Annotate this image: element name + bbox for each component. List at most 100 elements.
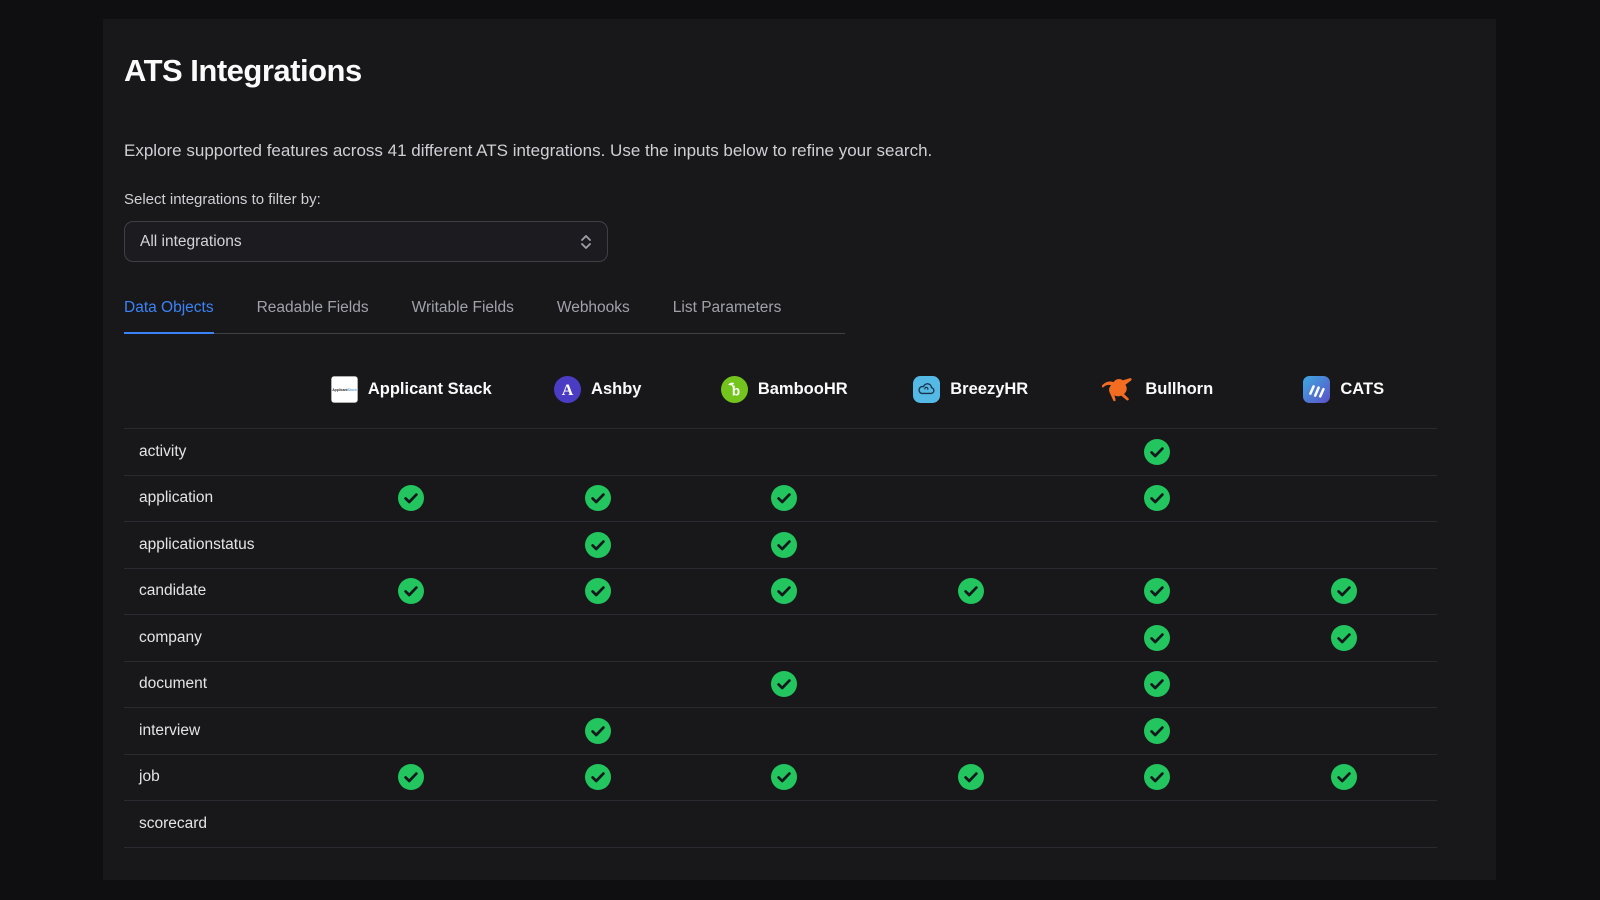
tab-webhooks[interactable]: Webhooks — [557, 299, 630, 334]
integrations-table-body: activity application applicationstatus cand… — [124, 429, 1437, 848]
integration-name: Bullhorn — [1145, 380, 1213, 399]
support-cell — [505, 578, 692, 604]
check-circle-icon — [1144, 485, 1170, 511]
check-circle-icon — [1331, 764, 1357, 790]
integrations-header-row: ApplicantStack Applicant Stack A Ashby b Bamb… — [124, 350, 1437, 429]
row-label: activity — [124, 443, 318, 461]
check-circle-icon — [398, 764, 424, 790]
integration-name: BambooHR — [758, 380, 848, 399]
tab-writable-fields[interactable]: Writable Fields — [412, 299, 514, 334]
support-cell — [505, 485, 692, 511]
row-label: application — [124, 489, 318, 507]
integration-name: CATS — [1340, 380, 1384, 399]
support-cell — [318, 578, 505, 604]
support-cell — [691, 485, 878, 511]
bullhorn-logo — [1101, 376, 1135, 403]
check-circle-icon — [1144, 439, 1170, 465]
table-row: applicationstatus — [124, 522, 1437, 569]
check-circle-icon — [771, 578, 797, 604]
page-subtitle: Explore supported features across 41 dif… — [124, 141, 1475, 161]
svg-text:ApplicantStack: ApplicantStack — [332, 388, 357, 392]
up-down-chevron-icon — [580, 233, 592, 251]
support-cell — [505, 764, 692, 790]
integration-filter-select[interactable]: All integrations — [124, 221, 608, 262]
breezyhr-logo — [913, 376, 940, 403]
support-cell — [505, 532, 692, 558]
tab-list-parameters[interactable]: List Parameters — [673, 299, 782, 334]
check-circle-icon — [958, 578, 984, 604]
integration-name: BreezyHR — [950, 380, 1028, 399]
table-row: interview — [124, 708, 1437, 755]
row-label: interview — [124, 722, 318, 740]
integration-filter-value: All integrations — [140, 233, 242, 251]
support-cell — [318, 485, 505, 511]
ashby-logo: A — [554, 376, 581, 403]
support-cell — [1064, 485, 1251, 511]
support-cell — [1064, 718, 1251, 744]
integration-column-header: BreezyHR — [878, 376, 1065, 403]
bamboohr-logo: b — [721, 376, 748, 403]
support-cell — [505, 718, 692, 744]
integration-name: Applicant Stack — [368, 380, 492, 399]
integration-column-header: ApplicantStack Applicant Stack — [318, 376, 505, 403]
check-circle-icon — [1144, 671, 1170, 697]
row-label: candidate — [124, 582, 318, 600]
row-label: scorecard — [124, 815, 318, 833]
check-circle-icon — [1331, 578, 1357, 604]
check-circle-icon — [585, 718, 611, 744]
check-circle-icon — [1144, 764, 1170, 790]
check-circle-icon — [771, 485, 797, 511]
table-row: document — [124, 662, 1437, 709]
tab-bar: Data Objects Readable Fields Writable Fiel… — [124, 299, 845, 334]
filter-label: Select integrations to filter by: — [124, 191, 1475, 208]
table-row: candidate — [124, 569, 1437, 616]
check-circle-icon — [585, 578, 611, 604]
cats-logo — [1303, 376, 1330, 403]
check-circle-icon — [1144, 625, 1170, 651]
integration-column-header: A Ashby — [505, 376, 692, 403]
row-label: applicationstatus — [124, 536, 318, 554]
support-cell — [691, 578, 878, 604]
svg-text:A: A — [562, 382, 574, 399]
support-cell — [1251, 625, 1438, 651]
support-cell — [1251, 764, 1438, 790]
check-circle-icon — [771, 671, 797, 697]
support-cell — [691, 671, 878, 697]
check-circle-icon — [1144, 718, 1170, 744]
support-cell — [878, 764, 1065, 790]
applicantstack-logo: ApplicantStack — [331, 376, 358, 403]
check-circle-icon — [398, 578, 424, 604]
table-row: application — [124, 476, 1437, 523]
integrations-table: ApplicantStack Applicant Stack A Ashby b Bamb… — [124, 350, 1437, 848]
integration-column-header: Bullhorn — [1064, 376, 1251, 403]
check-circle-icon — [1144, 578, 1170, 604]
check-circle-icon — [585, 764, 611, 790]
check-circle-icon — [1331, 625, 1357, 651]
support-cell — [1064, 671, 1251, 697]
integration-column-header: b BambooHR — [691, 376, 878, 403]
support-cell — [1251, 578, 1438, 604]
tab-readable-fields[interactable]: Readable Fields — [257, 299, 369, 334]
page-title: ATS Integrations — [124, 53, 1475, 89]
row-label: document — [124, 675, 318, 693]
support-cell — [1064, 439, 1251, 465]
row-label: company — [124, 629, 318, 647]
check-circle-icon — [585, 485, 611, 511]
support-cell — [1064, 764, 1251, 790]
check-circle-icon — [771, 532, 797, 558]
support-cell — [691, 764, 878, 790]
support-cell — [318, 764, 505, 790]
integration-column-header: CATS — [1251, 376, 1438, 403]
table-row: activity — [124, 429, 1437, 476]
row-label: job — [124, 768, 318, 786]
check-circle-icon — [398, 485, 424, 511]
table-row: job — [124, 755, 1437, 802]
support-cell — [878, 578, 1065, 604]
tab-data-objects[interactable]: Data Objects — [124, 299, 214, 334]
table-row: company — [124, 615, 1437, 662]
support-cell — [1064, 625, 1251, 651]
check-circle-icon — [771, 764, 797, 790]
integration-name: Ashby — [591, 380, 641, 399]
check-circle-icon — [958, 764, 984, 790]
check-circle-icon — [585, 532, 611, 558]
